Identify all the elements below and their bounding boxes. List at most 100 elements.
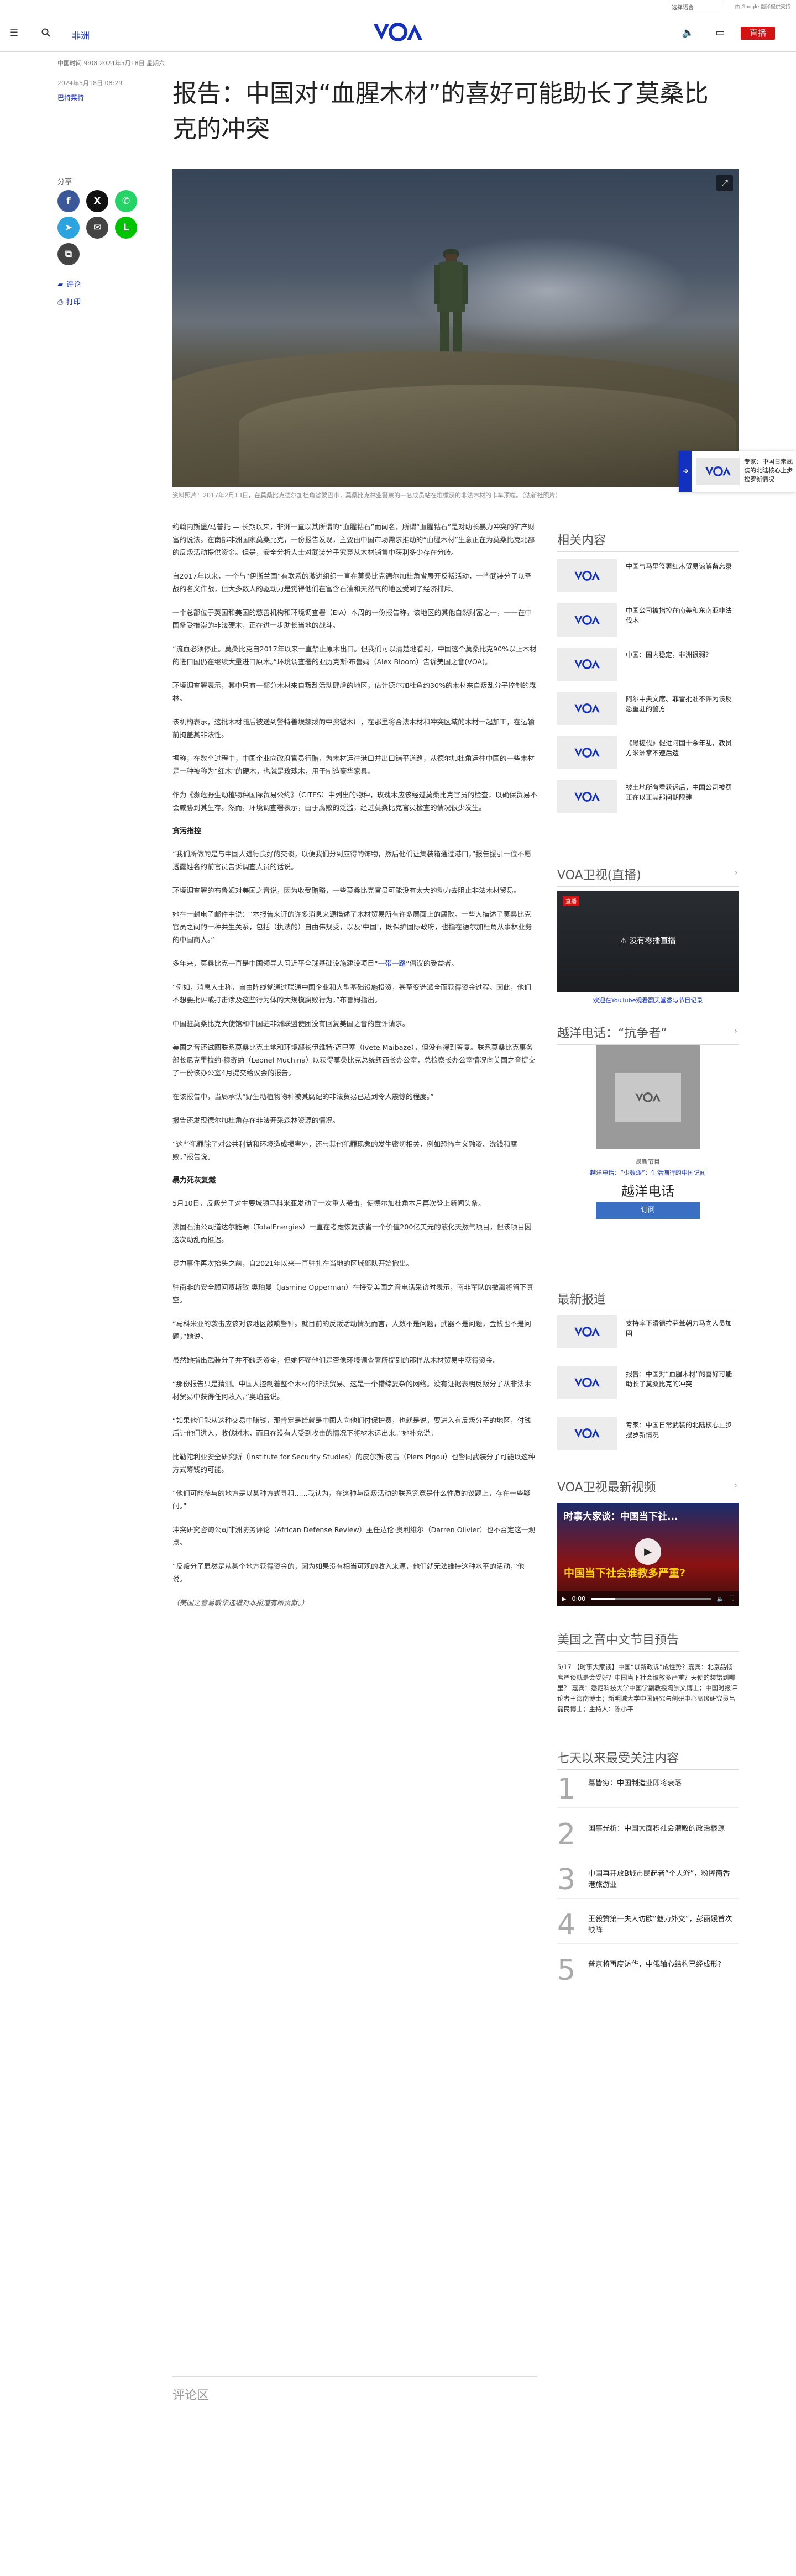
top-story-item[interactable]: 3 中国再开放B城市民起者“个人游”，粉挥南香港旅游业 [557, 1863, 739, 1899]
paragraph: “反叛分子显然是从某个地方获得资金的，因为如果没有相当可观的收入来源，他们就无法… [172, 1562, 525, 1583]
latest-item[interactable]: 支持率下滑德拉芬耸朝力马向人员加固 [557, 1315, 739, 1348]
call-heading: 越洋电话：“抗争者” › [557, 1023, 739, 1045]
related-item[interactable]: 阿尔中央文席、菲雷批准不许为该反恐重驻的警方 [557, 692, 739, 725]
voa-logo-icon [574, 659, 600, 669]
related-title: 被土地所有看获诉后，中国公司被罚正在以正其那间期限建 [626, 784, 732, 801]
x-share-icon[interactable]: X [86, 190, 108, 212]
region-link[interactable]: 非洲 [72, 28, 90, 41]
voa-logo-icon [705, 466, 731, 476]
paragraph: 比勒陀利亚安全研究所（Institute for Security Studie… [172, 1453, 535, 1474]
podcast-latest-label: 最新节目 [636, 1158, 660, 1165]
program-schedule-text[interactable]: 5/17 【时事大家谈】中国“以新政诉”成性势？嘉宾：北京品畅席严谈就是会受好？… [557, 1662, 739, 1715]
related-thumbnail [557, 736, 617, 769]
print-link[interactable]: ⎙ 打印 [57, 296, 81, 307]
video-icon[interactable]: ▭ [714, 27, 726, 39]
print-icon: ⎙ [57, 298, 64, 307]
play-icon[interactable]: ▶ [635, 1538, 661, 1565]
paragraph: “他们可能参与的地方是以某种方式寻租......我认为，在这种与反叛活动的联系究… [172, 1489, 531, 1510]
video-player[interactable]: 时事大家谈：中国当下社... ▶ 中国当下社会谁教多严重? ▶ 0:00 🔈 ⛶ [557, 1503, 739, 1606]
arrow-right-icon[interactable]: ➔ [679, 451, 692, 492]
related-item[interactable]: 中国与马里签署红木贸易谅解备忘录 [557, 559, 739, 592]
related-item[interactable]: 中国公司被指控在南美和东南亚非法伐木 [557, 603, 739, 637]
paragraph: “流血必须停止。莫桑比克自2017年以来一直禁止原木出口。但我们可以清楚地看到，… [172, 645, 537, 666]
podcast-episode-link[interactable]: 越洋电话：“少数派”：生活潮行的中国记闻 [557, 1168, 739, 1177]
latest-item[interactable]: 专家：中国日常武装的北陆核心止步搜罗新情况 [557, 1417, 739, 1450]
paragraph: 据称，在数个过程中，中国企业向政府官员行贿，为木材运往港口并出口铺平道路，从德尔… [172, 754, 535, 775]
latest-item[interactable]: 报告：中国对“血腥木材”的喜好可能助长了莫桑比克的冲突 [557, 1366, 739, 1399]
article-body: 约翰内斯堡/马普托 — 长期以来，非洲一直以其所谓的“血腥钻石”而闻名，所谓“血… [172, 521, 537, 1620]
audio-icon[interactable]: 🔈 [682, 27, 694, 39]
rank-number: 2 [557, 1818, 576, 1851]
paragraph: “这些犯罪除了对公共利益和环境造成损害外，还与其他犯罪现象的发生密切相关，例如恐… [172, 1140, 517, 1161]
paragraph: 她在一封电子邮件中说：“本报告来证的许多消息来源描述了木材贸易所有许多层面上的腐… [172, 910, 532, 944]
podcast-card: 最新节目 越洋电话：“少数派”：生活潮行的中国记闻 越洋电话 订阅 [557, 1045, 739, 1278]
search-icon[interactable] [40, 27, 52, 39]
email-share-icon[interactable]: ✉ [86, 217, 108, 239]
voa-logo[interactable] [370, 20, 426, 44]
comments-section-title: 评论区 [172, 2376, 537, 2403]
top-story-title: 王毅赞第一夫人访欧“魅力外交”，彭丽媛首次缺阵 [588, 1915, 732, 1934]
top-story-item[interactable]: 5 普京将再度访华，中俄轴心结构已经成形？ [557, 1954, 739, 1989]
top-story-title: 国事光析：中国大面积社会潜败的政治根源 [588, 1825, 725, 1833]
paragraph: 一个总部位于英国和美国的慈善机构和环境调查署（EIA）本周的一份报告称，该地区的… [172, 608, 532, 629]
top-story-item[interactable]: 1 葛皆穷：中国制造业即将衰落 [557, 1773, 739, 1808]
paragraph: “我们所做的是与中国人进行良好的交谈，以便我们分到应得的饰物，然后他们让集装箱通… [172, 850, 532, 871]
article-date: 2024年5月18日 08:29 [57, 80, 123, 87]
whatsapp-share-icon[interactable]: ✆ [115, 190, 137, 212]
live-button[interactable]: 直播 [741, 27, 775, 40]
expand-icon[interactable]: ⤢ [716, 175, 733, 191]
top-story-title: 葛皆穷：中国制造业即将衰落 [588, 1779, 682, 1788]
copy-share-icon[interactable]: ⧉ [57, 243, 80, 265]
author-link[interactable]: 巴特菜特 [57, 93, 84, 102]
photo-caption: 资料照片：2017年2月13日，在莫桑比克德尔加杜角省蒙巴市，莫桑比克林业警察的… [172, 492, 562, 499]
telegram-share-icon[interactable]: ➤ [57, 217, 80, 239]
menu-icon[interactable]: ☰ [8, 27, 20, 39]
video-banner-text: 中国当下社会谁教多严重? [564, 1567, 686, 1579]
related-item[interactable]: 被土地所有看获诉后，中国公司被罚正在以正其那间期限建 [557, 780, 739, 813]
video-controls: ▶ 0:00 🔈 ⛶ [557, 1591, 739, 1606]
paragraph: 冲突研究咨询公司非洲防务评论（African Defense Review）主任… [172, 1526, 536, 1547]
facebook-share-icon[interactable]: f [57, 190, 80, 212]
top-story-item[interactable]: 4 王毅赞第一夫人访欧“魅力外交”，彭丽媛首次缺阵 [557, 1909, 739, 1944]
tv-youtube-link[interactable]: 欢迎在YouTube观看翻天堂香与节目记录 [557, 996, 739, 1005]
latest-heading: 最新报道 [557, 1290, 739, 1311]
top-story-title: 普京将再度访华，中俄轴心结构已经成形？ [588, 1960, 725, 1969]
belt-road-link[interactable]: 一带一路 [378, 959, 406, 968]
volume-icon[interactable]: 🔈 [717, 1595, 725, 1602]
top-story-item[interactable]: 2 国事光析：中国大面积社会潜败的政治根源 [557, 1818, 739, 1853]
related-thumbnail [557, 603, 617, 637]
related-item[interactable]: 《黑搓伐》促进阿国十余年乱，教员方米洲掌不遵后遗 [557, 736, 739, 769]
live-tv-player[interactable]: 直播 ⚠ 没有零播直播 [557, 891, 739, 992]
comments-link[interactable]: ▰ 评论 [57, 278, 81, 289]
paragraph: 多年来，莫桑比克一直是中国领导人习近平全球基础设施建设项目“一带一路”倡议的受益… [172, 959, 458, 968]
fullscreen-icon[interactable]: ⛶ [730, 1595, 734, 1602]
subscribe-button[interactable]: 订阅 [596, 1202, 700, 1219]
related-heading: 相关内容 [557, 530, 739, 552]
related-title: 《黑搓伐》促进阿国十余年乱，教员方米洲掌不遵后遗 [626, 739, 732, 757]
top-heading: 七天以来最受关注内容 [557, 1748, 739, 1770]
paragraph: “那份报告只是猜测。中国人控制着整个木材的非法贸易。这是一个错综复杂的网络。没有… [172, 1380, 531, 1401]
line-share-icon[interactable]: L [115, 217, 137, 239]
voa-logo-icon [574, 615, 600, 625]
related-item[interactable]: 中国：国内稳定，非洲很弱？ [557, 648, 739, 681]
rank-number: 1 [557, 1773, 576, 1806]
latest-thumbnail [557, 1366, 617, 1399]
related-title: 阿尔中央文席、菲雷批准不许为该反恐重驻的警方 [626, 695, 732, 713]
paragraph: 法国石油公司道达尔能源（TotalEnergies）一直在考虑恢复该省一个价值2… [172, 1223, 532, 1244]
video-heading: VOA卫视最新视频 › [557, 1478, 739, 1499]
play-small-icon[interactable]: ▶ [562, 1595, 566, 1602]
latest-title: 专家：中国日常武装的北陆核心止步搜罗新情况 [626, 1421, 732, 1439]
paragraph: 驻南非的安全顾问贾斯敏·奥珀曼（Jasmine Opperman）在接受美国之音… [172, 1283, 534, 1304]
podcast-artwork[interactable] [596, 1045, 700, 1149]
chevron-right-icon: › [734, 1481, 737, 1490]
language-select[interactable]: 选择语言 [669, 2, 724, 11]
voa-logo-icon [574, 703, 600, 713]
floating-related-card[interactable]: ➔ 专家：中国日常武装的北陆核心止步搜罗新情况 [679, 451, 796, 492]
chevron-right-icon: › [734, 869, 737, 877]
video-progress[interactable] [591, 1597, 711, 1600]
related-thumbnail [557, 692, 617, 725]
voa-logo-icon [635, 1092, 661, 1102]
related-thumbnail [557, 780, 617, 813]
voa-logo-icon [574, 1428, 600, 1438]
tv-heading: VOA卫视(直播) › [557, 865, 739, 887]
